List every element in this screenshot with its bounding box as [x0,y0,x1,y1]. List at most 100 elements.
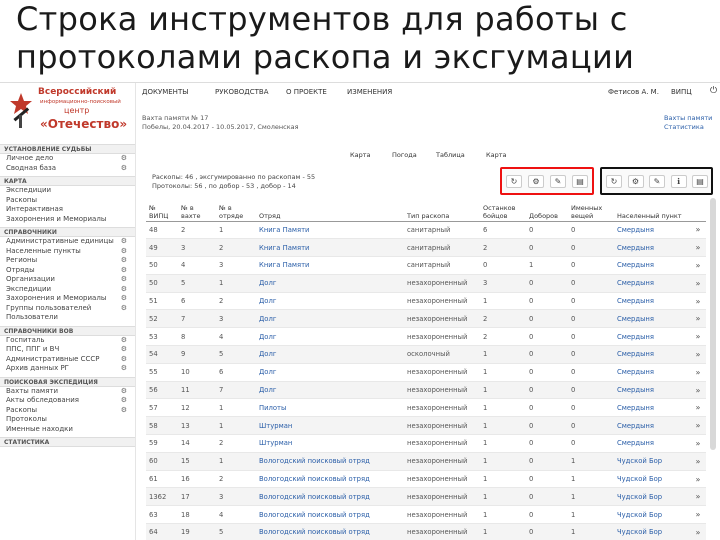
column-header[interactable]: Населенный пункт [614,198,690,222]
table-cell[interactable]: Чудской Бор [614,452,690,471]
sidebar-item[interactable]: Организации ⚙ [0,275,135,285]
table-cell[interactable]: Чудской Бор [614,487,690,507]
edit-icon[interactable]: ✎ [649,175,665,188]
table-row[interactable]: 52 7 3 Долг незахороненный 2 0 0 Смердыня» [146,309,706,329]
expand-chevron-icon[interactable]: » [690,238,706,258]
expand-chevron-icon[interactable]: » [690,221,706,240]
table-row[interactable]: 59 14 2 Штурман незахороненный 1 0 0 Смердыня» [146,434,706,453]
table-row[interactable]: 64 19 5 Вологодский поисковый отряд незахоро… [146,523,706,540]
sidebar-item[interactable]: Личное дело ⚙ [0,154,135,164]
table-row[interactable]: 58 13 1 Штурман незахороненный 1 0 0 Смердыня» [146,416,706,436]
settings-gear-icon[interactable]: ⚙ [121,256,127,266]
settings-gear-icon[interactable]: ⚙ [121,406,127,416]
settings-gear-icon[interactable]: ⚙ [121,266,127,276]
expand-chevron-icon[interactable]: » [690,381,706,400]
expand-chevron-icon[interactable]: » [690,487,706,507]
settings-gear-icon[interactable]: ⚙ [121,345,127,355]
nav-about[interactable]: О ПРОЕКТЕ [286,88,327,96]
sidebar-item[interactable]: Захоронения и Мемориалы ⚙ [0,294,135,304]
table-cell[interactable]: Смердыня [614,274,690,293]
column-header[interactable] [690,198,706,222]
table-cell[interactable]: Смердыня [614,309,690,329]
sidebar-item[interactable]: Интерактивная [0,205,135,215]
column-header[interactable]: Отряд [256,198,404,222]
sidebar-item[interactable]: Госпиталь ⚙ [0,336,135,346]
expand-chevron-icon[interactable]: » [690,256,706,275]
settings-gear-icon[interactable]: ⚙ [121,164,127,174]
settings-gear-icon[interactable]: ⚙ [121,285,127,295]
vertical-scrollbar[interactable] [710,198,716,450]
settings-gear-icon[interactable]: ⚙ [121,387,127,397]
settings-gear-icon[interactable]: ⚙ [121,336,127,346]
settings-gear-icon[interactable]: ⚙ [121,275,127,285]
table-cell[interactable]: Книга Памяти [256,238,404,258]
settings-gear-icon[interactable]: ⚙ [121,396,127,406]
image-icon[interactable]: ▤ [692,175,708,188]
sidebar-item[interactable]: Административные единицы ⚙ [0,237,135,247]
user-name[interactable]: Фетисов А. М. [608,88,659,96]
table-cell[interactable]: Долг [256,309,404,329]
settings-gear-icon[interactable]: ⚙ [121,247,127,257]
table-cell[interactable]: Долг [256,292,404,311]
expand-chevron-icon[interactable]: » [690,274,706,293]
refresh-icon[interactable]: ↻ [606,175,622,188]
table-row[interactable]: 54 9 5 Долг осколочный 1 0 0 Смердыня» [146,345,706,364]
column-header[interactable]: № ВИПЦ [146,198,178,222]
table-cell[interactable]: Долг [256,345,404,364]
table-row[interactable]: 50 4 3 Книга Памяти санитарный 0 1 0 Смердыня» [146,256,706,275]
link-watches[interactable]: Вахты памяти [664,114,712,123]
table-cell[interactable]: Чудской Бор [614,523,690,540]
table-cell[interactable]: Смердыня [614,398,690,418]
power-icon[interactable]: ⏻ [710,86,717,96]
table-cell[interactable]: Долг [256,327,404,347]
gear-icon[interactable]: ⚙ [528,175,544,188]
settings-gear-icon[interactable]: ⚙ [121,294,127,304]
table-row[interactable]: 63 18 4 Вологодский поисковый отряд незахоро… [146,505,706,525]
edit-icon[interactable]: ✎ [550,175,566,188]
sidebar-item[interactable]: Регионы ⚙ [0,256,135,266]
info-icon[interactable]: ℹ [670,175,687,188]
column-header[interactable]: № в отряде [216,198,256,222]
table-row[interactable]: 56 11 7 Долг незахороненный 1 0 0 Смердыня» [146,381,706,400]
logo[interactable]: Всероссийский информационно-поисковый це… [4,85,134,137]
table-cell[interactable]: Чудской Бор [614,470,690,489]
settings-gear-icon[interactable]: ⚙ [121,355,127,365]
table-cell[interactable]: Смердыня [614,345,690,364]
table-cell[interactable]: Смердыня [614,221,690,240]
table-cell[interactable]: Вологодский поисковый отряд [256,470,404,489]
gear-icon[interactable]: ⚙ [627,175,644,188]
nav-changes[interactable]: ИЗМЕНЕНИЯ [347,88,392,96]
table-row[interactable]: 51 6 2 Долг незахороненный 1 0 0 Смердыня» [146,292,706,311]
table-cell[interactable]: Смердыня [614,238,690,258]
sidebar-item[interactable]: Экспедиции ⚙ [0,285,135,295]
sidebar-item[interactable]: Именные находки [0,425,135,435]
sidebar-item[interactable]: Пользователи [0,313,135,323]
table-row[interactable]: 53 8 4 Долг незахороненный 2 0 0 Смердыня» [146,327,706,347]
tab-map[interactable]: Карта [350,151,371,159]
expand-chevron-icon[interactable]: » [690,523,706,540]
table-cell[interactable]: Смердыня [614,416,690,436]
column-header[interactable]: Тип раскопа [404,198,480,222]
settings-gear-icon[interactable]: ⚙ [121,364,127,374]
refresh-icon[interactable]: ↻ [506,175,522,188]
table-cell[interactable]: Вологодский поисковый отряд [256,487,404,507]
sidebar-item[interactable]: Раскопы [0,196,135,206]
table-row[interactable]: 50 5 1 Долг незахороненный 3 0 0 Смердыня» [146,274,706,293]
sidebar-item[interactable]: Административные СССР ⚙ [0,355,135,365]
table-cell[interactable]: Книга Памяти [256,256,404,275]
expand-chevron-icon[interactable]: » [690,345,706,364]
sidebar-item[interactable]: Сводная база ⚙ [0,164,135,174]
expand-chevron-icon[interactable]: » [690,292,706,311]
settings-gear-icon[interactable]: ⚙ [121,304,127,314]
table-row[interactable]: 60 15 1 Вологодский поисковый отряд незахоро… [146,452,706,471]
table-row[interactable]: 61 16 2 Вологодский поисковый отряд незахоро… [146,470,706,489]
column-header[interactable]: Останков бойцов [480,198,526,222]
column-header[interactable]: Доборов [526,198,568,222]
sidebar-item[interactable]: Группы пользователей ⚙ [0,304,135,314]
sidebar-item[interactable]: Вахты памяти ⚙ [0,387,135,397]
table-cell[interactable]: Книга Памяти [256,221,404,240]
expand-chevron-icon[interactable]: » [690,398,706,418]
tab-weather[interactable]: Погода [392,151,417,159]
table-cell[interactable]: Чудской Бор [614,505,690,525]
settings-gear-icon[interactable]: ⚙ [121,154,127,164]
